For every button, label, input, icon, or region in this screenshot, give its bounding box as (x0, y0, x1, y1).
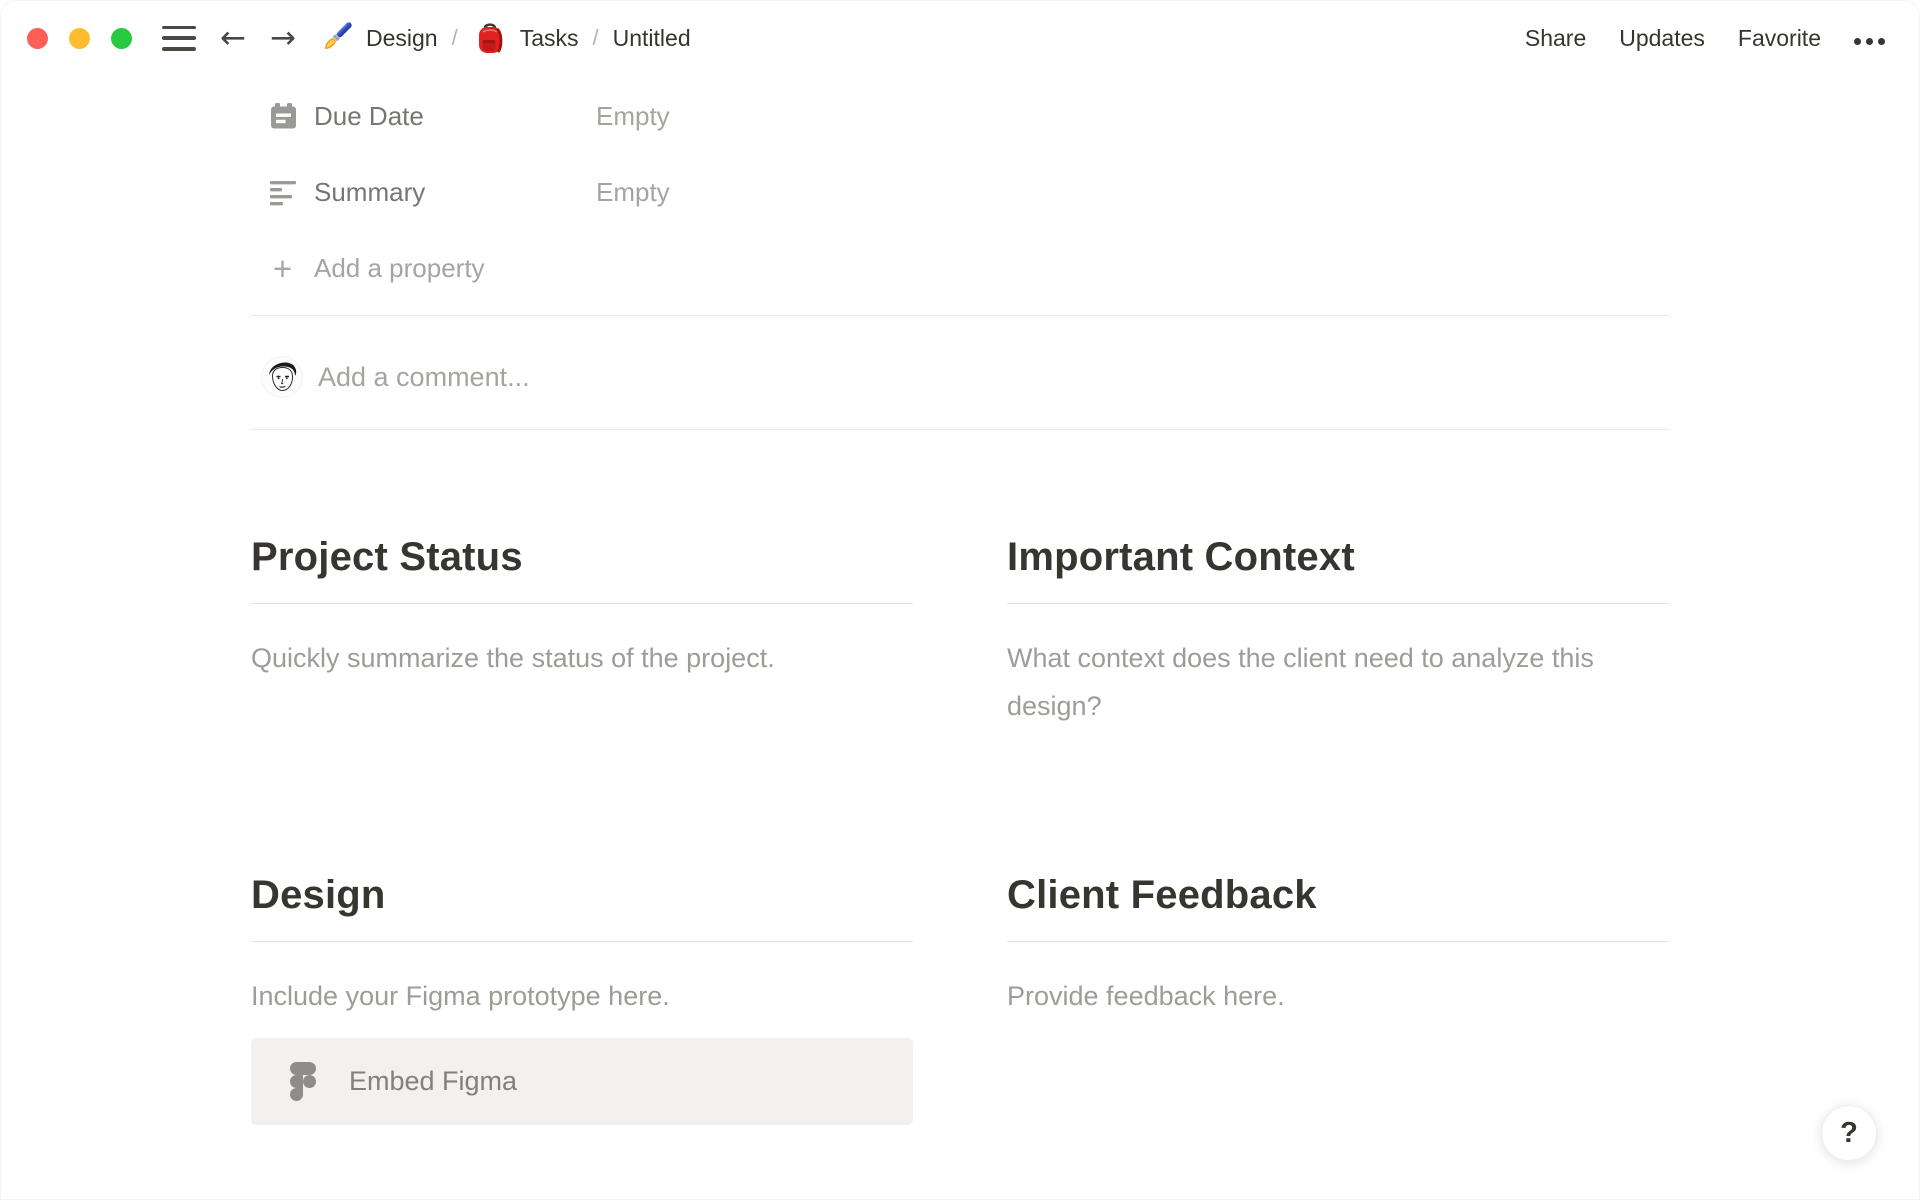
add-property-button[interactable]: + Add a property (251, 230, 1669, 307)
section-grid: Project Status Quickly summarize the sta… (251, 533, 1669, 1125)
section-important-context: Important Context What context does the … (1007, 533, 1669, 730)
divider (251, 941, 913, 942)
property-name: Summary (314, 176, 426, 207)
close-window-button[interactable] (27, 27, 48, 49)
calendar-icon (269, 102, 298, 131)
breadcrumb-item-untitled[interactable]: Untitled (613, 25, 691, 52)
add-property-label: Add a property (314, 253, 485, 283)
breadcrumb: Design / Tasks / Untitled (318, 20, 691, 57)
backpack-icon (472, 20, 509, 57)
divider (251, 429, 1669, 430)
section-title[interactable]: Client Feedback (1007, 871, 1669, 919)
property-name: Due Date (314, 100, 424, 131)
figma-logo-icon (290, 1062, 316, 1101)
section-body[interactable]: What context does the client need to ana… (1007, 634, 1669, 730)
section-project-status: Project Status Quickly summarize the sta… (251, 533, 913, 730)
favorite-button[interactable]: Favorite (1738, 25, 1821, 52)
section-title[interactable]: Design (251, 871, 913, 919)
breadcrumb-item-design[interactable]: Design (318, 20, 438, 57)
breadcrumb-item-tasks[interactable]: Tasks (472, 20, 579, 57)
page-content: Due Date Empty Summary Empty + Add a pro… (251, 76, 1669, 1125)
breadcrumb-separator: / (592, 25, 599, 50)
back-icon[interactable]: ← (220, 22, 246, 54)
divider (251, 603, 913, 604)
forward-icon[interactable]: → (270, 22, 296, 54)
text-align-left-icon (269, 178, 298, 207)
section-title[interactable]: Project Status (251, 533, 913, 581)
updates-button[interactable]: Updates (1619, 25, 1705, 52)
user-avatar (262, 357, 302, 397)
section-body[interactable]: Quickly summarize the status of the proj… (251, 634, 913, 682)
more-options-icon[interactable] (1854, 32, 1885, 45)
plus-icon: + (272, 250, 293, 287)
section-body[interactable]: Provide feedback here. (1007, 972, 1669, 1020)
embed-figma-button[interactable]: Embed Figma (251, 1038, 913, 1125)
window-controls (27, 27, 132, 49)
breadcrumb-label: Design (365, 24, 438, 51)
help-button[interactable]: ? (1821, 1105, 1877, 1161)
divider (1007, 603, 1669, 604)
breadcrumb-label: Tasks (519, 24, 579, 51)
sidebar-menu-icon[interactable] (162, 25, 196, 51)
page-properties: Due Date Empty Summary Empty + Add a pro… (251, 76, 1669, 307)
section-body[interactable]: Include your Figma prototype here. (251, 972, 913, 1020)
breadcrumb-label: Untitled (612, 24, 691, 51)
property-value: Empty (596, 176, 670, 207)
title-bar: ← → Design / Tasks / Untitled Share Upda… (0, 0, 1920, 76)
property-row-due-date[interactable]: Due Date Empty (251, 78, 1669, 154)
breadcrumb-separator: / (451, 25, 458, 50)
notion-window: ← → Design / Tasks / Untitled Share Upda… (0, 0, 1920, 1200)
share-button[interactable]: Share (1525, 25, 1586, 52)
comment-input[interactable]: Add a comment... (251, 316, 1669, 429)
divider (1007, 941, 1669, 942)
section-title[interactable]: Important Context (1007, 533, 1669, 581)
embed-figma-label: Embed Figma (349, 1066, 518, 1096)
comment-placeholder: Add a comment... (318, 361, 530, 392)
section-client-feedback: Client Feedback Provide feedback here. (1007, 871, 1669, 1125)
paintbrush-icon (318, 20, 355, 57)
minimize-window-button[interactable] (69, 27, 90, 49)
zoom-window-button[interactable] (111, 27, 132, 49)
property-value: Empty (596, 100, 670, 131)
property-row-summary[interactable]: Summary Empty (251, 154, 1669, 230)
section-design: Design Include your Figma prototype here… (251, 871, 913, 1125)
